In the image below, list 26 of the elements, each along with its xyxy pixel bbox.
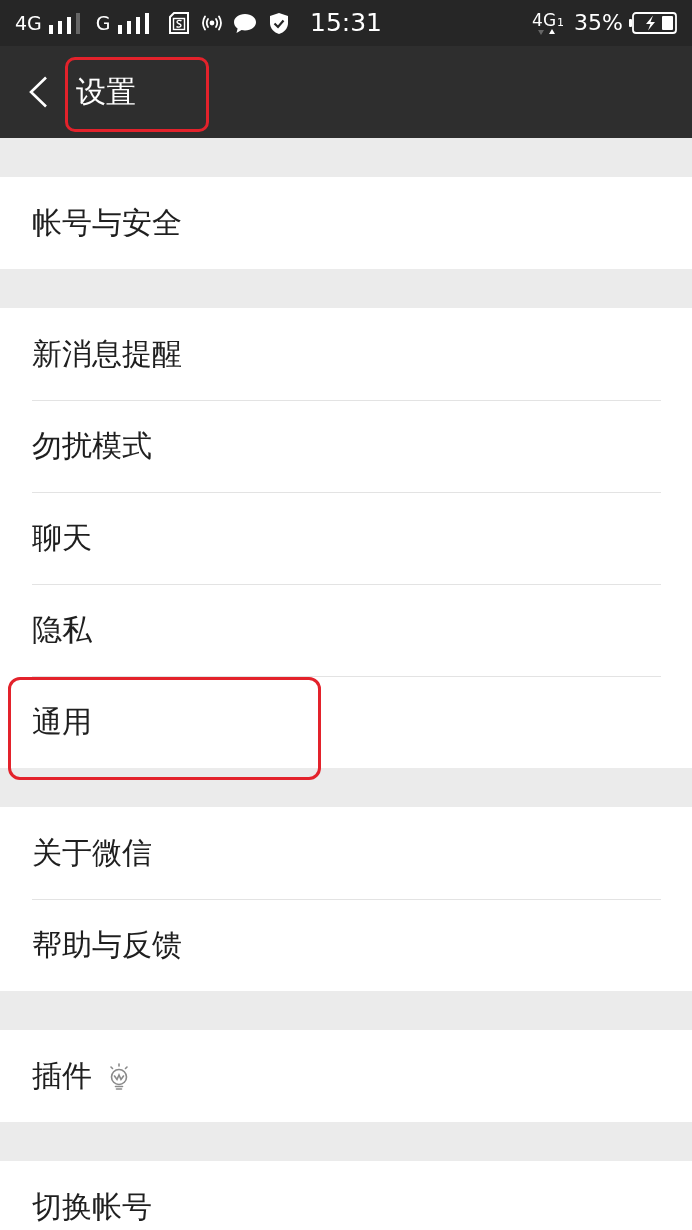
settings-item[interactable]: 帐号与安全 — [0, 177, 692, 269]
page-title: 设置 — [76, 75, 136, 109]
battery-percent: 35% — [574, 10, 623, 36]
clock-time: 15:31 — [309, 8, 384, 38]
sim-index: 1 — [557, 17, 565, 29]
shield-check-icon — [268, 11, 289, 35]
settings-item[interactable]: 聊天 — [0, 492, 692, 584]
settings-item[interactable]: 通用 — [0, 676, 692, 768]
s-card-icon — [168, 12, 189, 34]
settings-item[interactable]: 关于微信 — [0, 807, 692, 899]
back-icon — [28, 76, 48, 108]
network-type: G — [95, 12, 111, 34]
network-type: 4G — [532, 11, 557, 29]
battery-charging-icon — [629, 12, 677, 34]
settings-item[interactable]: 帮助与反馈 — [0, 899, 692, 991]
lightbulb-icon — [108, 1062, 130, 1090]
settings-item[interactable]: 插件 — [0, 1030, 692, 1122]
settings-item[interactable]: 勿扰模式 — [0, 400, 692, 492]
hotspot-icon — [200, 15, 223, 31]
network-type: 4G — [15, 12, 42, 34]
signal-icon — [116, 12, 151, 34]
settings-item[interactable]: 切换帐号 — [0, 1161, 692, 1230]
signal-icon — [47, 12, 82, 34]
chat-bubble-icon — [232, 12, 257, 34]
settings-item[interactable]: 隐私 — [0, 584, 692, 676]
settings-item[interactable]: 新消息提醒 — [0, 308, 692, 400]
